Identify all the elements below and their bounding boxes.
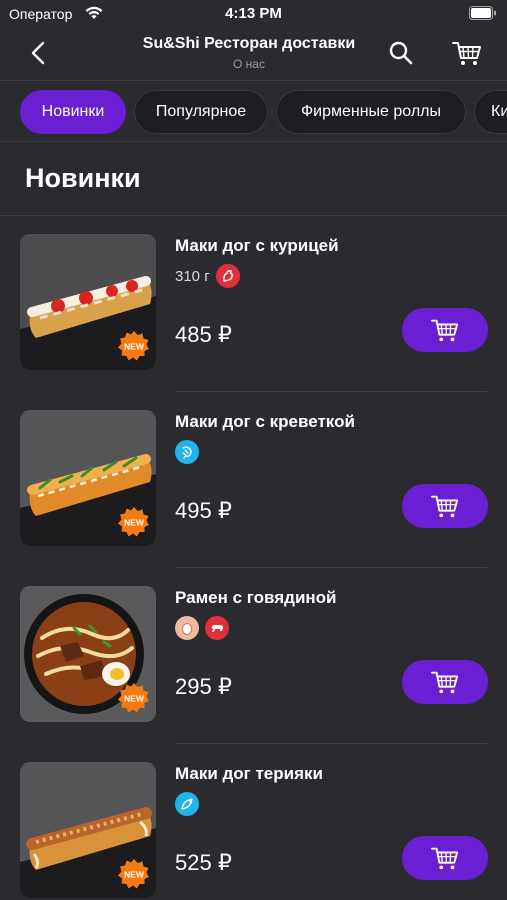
navigation-bar: Su&Shi Ресторан доставки О нас [0,30,507,78]
add-to-cart-button[interactable] [402,836,488,880]
product-card[interactable]: NEW Маки дог терияки 525 ₽ [0,744,507,900]
new-badge-text: NEW [124,870,145,880]
add-to-cart-button[interactable] [402,660,488,704]
new-badge-text: NEW [124,518,145,528]
add-to-cart-button[interactable] [402,308,488,352]
section-title: Новинки [25,163,141,193]
product-meta [175,440,199,464]
cart-icon [431,671,459,694]
clock: 4:13 PM [225,5,282,22]
battery-icon [469,6,496,20]
new-badge: NEW [118,683,149,713]
cart-icon[interactable] [450,36,484,70]
new-badge: NEW [118,331,149,361]
product-name: Рамен с говядиной [175,588,337,607]
product-photo: NEW [20,234,156,370]
tab-partial[interactable]: Ки [474,90,507,134]
beef-icon [205,616,229,640]
new-badge-text: NEW [124,694,145,704]
cart-icon [431,495,459,518]
cart-icon [431,319,459,342]
product-card[interactable]: NEW Маки дог с курицей 310 г 485 ₽ [0,216,507,392]
category-tabs: Новинки Популярное Фирменные роллы Ки [0,80,507,142]
shrimp-icon [175,440,199,464]
product-card[interactable]: NEW Маки дог с креветкой 495 ₽ [0,392,507,568]
chicken-icon [215,264,240,288]
product-photo: NEW [20,410,156,546]
new-badge: NEW [118,507,149,537]
product-name: Маки дог с креветкой [175,412,355,431]
product-card[interactable]: NEW Рамен с говядиной 295 ₽ [0,568,507,744]
product-name: Маки дог терияки [175,764,323,783]
product-meta [175,792,199,816]
product-meta: 310 г [175,264,240,288]
tab-signature-rolls[interactable]: Фирменные роллы [276,90,466,134]
product-photo: NEW [20,762,156,898]
product-price: 295 ₽ [175,674,232,699]
product-price: 485 ₽ [175,322,232,347]
cart-icon [431,847,459,870]
new-badge: NEW [118,859,149,889]
add-to-cart-button[interactable] [402,484,488,528]
product-price: 525 ₽ [175,850,232,875]
egg-icon [175,616,199,640]
product-price: 495 ₽ [175,498,232,523]
product-meta [175,616,229,640]
product-photo: NEW [20,586,156,722]
status-bar: Оператор 4:13 PM [0,0,507,30]
search-icon[interactable] [386,38,416,68]
new-badge-text: NEW [124,342,145,352]
product-weight: 310 г [175,267,210,285]
restaurant-title: Su&Shi Ресторан доставки [142,35,356,52]
product-name: Маки дог с курицей [175,236,339,255]
tab-new[interactable]: Новинки [20,90,126,134]
tab-popular[interactable]: Популярное [134,90,268,134]
about-link[interactable]: О нас [0,57,498,71]
fish-icon [175,792,199,816]
